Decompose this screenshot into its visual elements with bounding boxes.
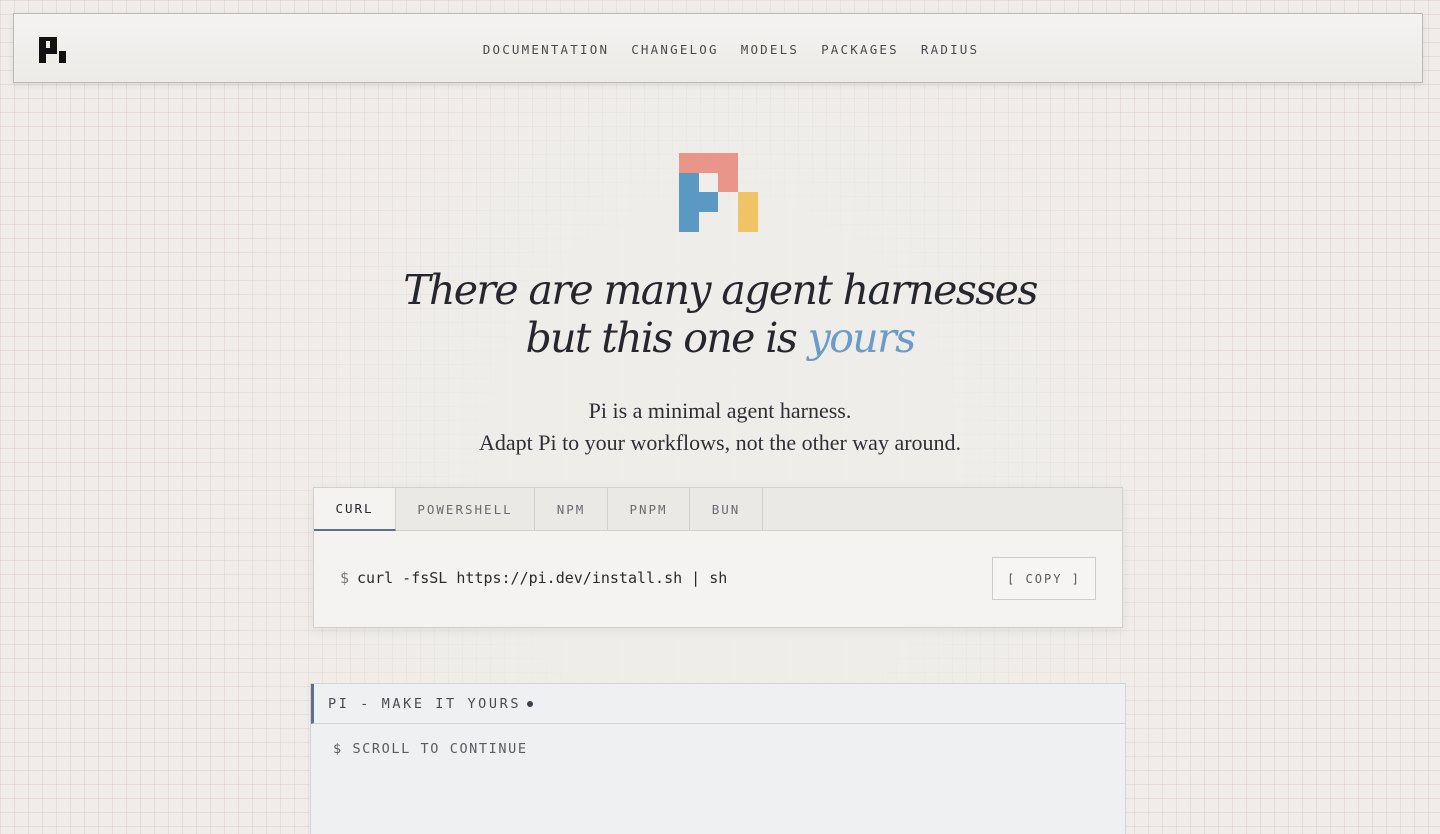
- status-dot-icon: [527, 700, 534, 707]
- tab-pnpm[interactable]: PNPM: [608, 488, 690, 530]
- top-nav-bar: DOCUMENTATION CHANGELOG MODELS PACKAGES …: [13, 13, 1423, 83]
- nav-link-documentation[interactable]: DOCUMENTATION: [483, 42, 609, 57]
- subline-1: Pi is a minimal agent harness.: [588, 398, 852, 423]
- install-command[interactable]: $ curl -fsSL https://pi.dev/install.sh | …: [340, 569, 727, 587]
- command-prompt: $: [340, 569, 350, 587]
- tab-bun[interactable]: BUN: [690, 488, 763, 530]
- nav-link-radius[interactable]: RADIUS: [921, 42, 979, 57]
- terminal-panel: PI - MAKE IT YOURS $ SCROLL TO CONTINUE: [310, 683, 1126, 834]
- hero-subline: Pi is a minimal agent harness. Adapt Pi …: [320, 395, 1120, 459]
- headline-line-1: There are many agent harnesses: [403, 266, 1038, 314]
- nav-link-packages[interactable]: PACKAGES: [821, 42, 899, 57]
- headline-line-2-prefix: but this one is: [525, 314, 797, 362]
- command-text: curl -fsSL https://pi.dev/install.sh | s…: [357, 569, 728, 587]
- nav-link-models[interactable]: MODELS: [741, 42, 799, 57]
- terminal-title: PI - MAKE IT YOURS: [328, 695, 522, 712]
- headline-accent: yours: [807, 314, 917, 362]
- tab-npm[interactable]: NPM: [535, 488, 608, 530]
- nav-link-changelog[interactable]: CHANGELOG: [631, 42, 719, 57]
- hero-headline: There are many agent harnesses but this …: [320, 266, 1120, 362]
- main-nav: DOCUMENTATION CHANGELOG MODELS PACKAGES …: [14, 14, 1422, 84]
- headline-line-2: but this one is yours: [320, 314, 1120, 362]
- tab-curl[interactable]: CURL: [314, 488, 396, 531]
- tab-powershell[interactable]: POWERSHELL: [396, 488, 535, 530]
- install-tabs: CURL POWERSHELL NPM PNPM BUN: [314, 488, 1122, 531]
- copy-button[interactable]: [ COPY ]: [992, 557, 1096, 600]
- subline-2: Adapt Pi to your workflows, not the othe…: [478, 430, 962, 455]
- pi-color-logo-icon: [679, 153, 758, 232]
- install-card: CURL POWERSHELL NPM PNPM BUN $ curl -fsSL…: [313, 487, 1123, 628]
- terminal-line: $ SCROLL TO CONTINUE: [333, 741, 528, 757]
- terminal-header: PI - MAKE IT YOURS: [311, 684, 1125, 724]
